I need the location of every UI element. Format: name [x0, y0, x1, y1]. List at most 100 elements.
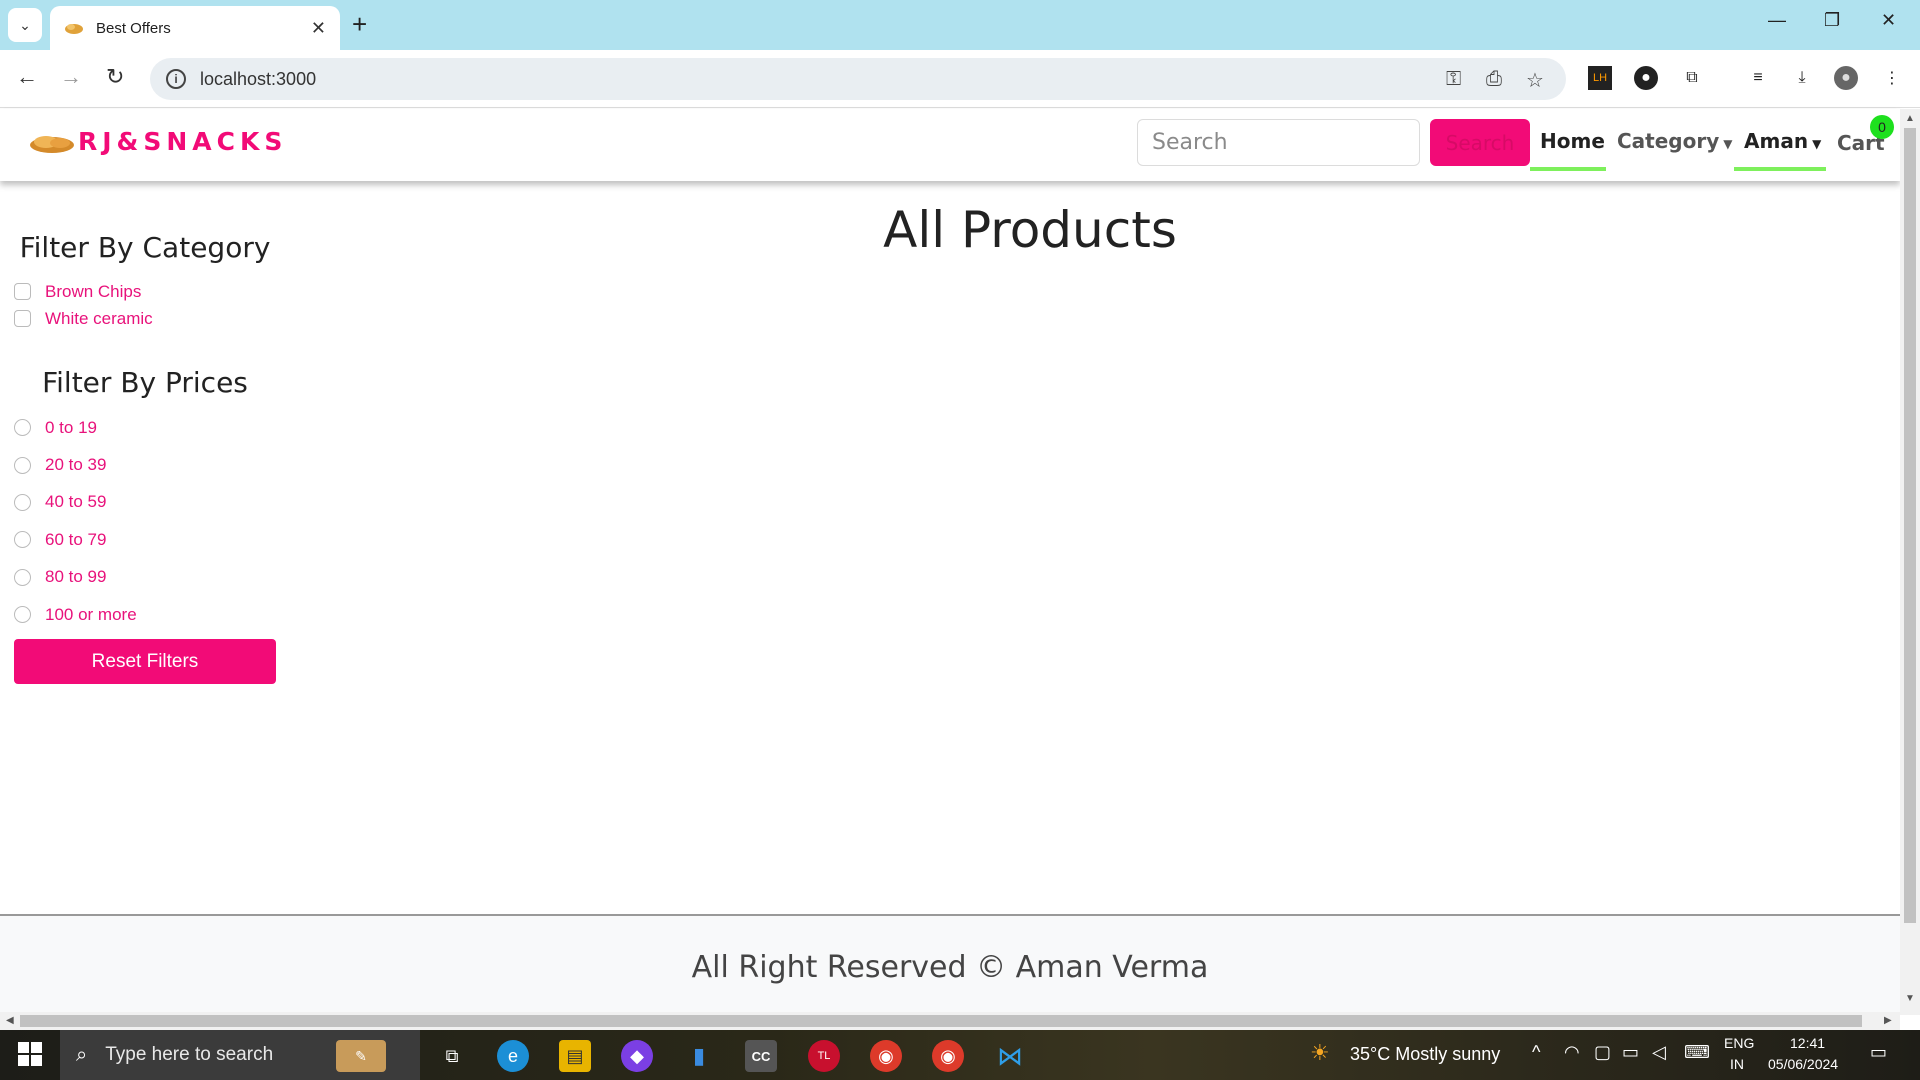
price-option[interactable]: 20 to 39: [14, 446, 276, 483]
category-checkbox[interactable]: [14, 310, 31, 327]
volume-icon[interactable]: ◁: [1652, 1042, 1666, 1063]
footer-copyright: All Right Reserved © Aman Verma: [691, 950, 1209, 985]
price-radio[interactable]: [14, 493, 31, 511]
address-bar[interactable]: i localhost:3000: [150, 58, 1566, 100]
charts-app-icon[interactable]: ▮: [683, 1040, 715, 1072]
price-option-label: 40 to 59: [45, 492, 107, 512]
tab-search-button[interactable]: ⌄: [8, 8, 42, 42]
search-highlight-icon[interactable]: ✎: [336, 1040, 386, 1072]
nav-home-link[interactable]: Home: [1540, 129, 1605, 153]
caret-down-icon: ▼: [1723, 137, 1733, 151]
search-button[interactable]: Search: [1430, 119, 1530, 166]
file-explorer-icon[interactable]: ▤: [559, 1040, 591, 1072]
notifications-icon[interactable]: ▭: [1870, 1042, 1887, 1063]
price-option[interactable]: 60 to 79: [14, 521, 276, 558]
category-option[interactable]: Brown Chips: [14, 278, 276, 305]
price-filter-heading: Filter By Prices: [42, 366, 248, 399]
windows-start-icon[interactable]: [18, 1042, 42, 1066]
price-option[interactable]: 100 or more: [14, 596, 276, 633]
snack-logo-icon: [30, 135, 74, 153]
browser-tab[interactable]: Best Offers ✕: [50, 6, 340, 50]
browser-menu-icon[interactable]: ⋮: [1880, 66, 1904, 90]
site-info-icon[interactable]: i: [166, 69, 186, 89]
vscode-icon[interactable]: ⋈: [994, 1040, 1026, 1072]
language-region[interactable]: IN: [1730, 1056, 1744, 1072]
weather-text[interactable]: 35°C Mostly sunny: [1350, 1044, 1500, 1065]
clock-date[interactable]: 05/06/2024: [1768, 1056, 1838, 1072]
user-label: Aman: [1744, 129, 1809, 153]
profile-avatar-icon[interactable]: ●: [1834, 66, 1858, 90]
price-radio[interactable]: [14, 531, 31, 549]
category-checkbox[interactable]: [14, 283, 31, 300]
scroll-left-arrow-icon[interactable]: ◀: [6, 1015, 14, 1026]
taskbar-search-text: Type here to search: [105, 1044, 274, 1065]
scroll-down-arrow-icon[interactable]: ▼: [1905, 993, 1915, 1004]
keyboard-icon[interactable]: ⌨: [1684, 1042, 1710, 1063]
price-radio[interactable]: [14, 456, 31, 474]
bookmark-star-icon[interactable]: ☆: [1526, 68, 1544, 93]
category-option-label: White ceramic: [45, 308, 153, 328]
extensions-puzzle-icon[interactable]: ⧉: [1680, 66, 1704, 90]
new-tab-button[interactable]: +: [352, 10, 367, 38]
url-text: localhost:3000: [200, 68, 317, 89]
category-label: Category: [1617, 129, 1720, 153]
download-icon[interactable]: ⤓: [1790, 66, 1814, 90]
tlauncher-icon[interactable]: TL: [808, 1040, 840, 1072]
nav-category-dropdown[interactable]: Category ▼: [1617, 129, 1733, 153]
reload-icon[interactable]: ↻: [106, 64, 124, 90]
search-icon: ⌕: [76, 1043, 88, 1066]
forward-arrow-icon[interactable]: →: [60, 64, 82, 90]
reset-filters-button[interactable]: Reset Filters: [14, 639, 276, 685]
minimize-button[interactable]: —: [1768, 10, 1786, 31]
price-radio[interactable]: [14, 419, 31, 437]
chevron-down-icon: ⌄: [19, 16, 31, 33]
price-radio[interactable]: [14, 568, 31, 586]
edge-browser-icon[interactable]: e: [497, 1040, 529, 1072]
home-active-underline: [1530, 167, 1606, 171]
battery-icon[interactable]: ▭: [1622, 1042, 1639, 1063]
tray-overflow-icon[interactable]: ^: [1532, 1042, 1540, 1063]
search-input[interactable]: [1137, 119, 1420, 166]
camera-icon[interactable]: ▢: [1594, 1042, 1611, 1063]
category-option-label: Brown Chips: [45, 281, 142, 301]
task-view-icon[interactable]: ⧉: [436, 1040, 468, 1072]
install-app-icon[interactable]: ⎙: [1486, 68, 1502, 91]
restore-button[interactable]: ❐: [1824, 10, 1840, 31]
scroll-up-arrow-icon[interactable]: ▲: [1905, 113, 1915, 124]
wifi-icon[interactable]: ◠: [1564, 1042, 1580, 1063]
site-navbar: RJ&SNACKS Search Home Category▼ Aman▼ Ca…: [0, 109, 1900, 181]
language-code[interactable]: ENG: [1724, 1035, 1754, 1051]
user-active-underline: [1734, 167, 1826, 171]
horizontal-scrollbar-thumb[interactable]: [20, 1015, 1862, 1027]
dev-app-icon[interactable]: ◆: [621, 1040, 653, 1072]
site-footer: All Right Reserved © Aman Verma: [0, 914, 1900, 1015]
price-radio[interactable]: [14, 606, 31, 624]
tab-title: Best Offers: [96, 19, 171, 37]
price-option-label: 60 to 79: [45, 529, 107, 549]
price-option[interactable]: 40 to 59: [14, 484, 276, 521]
media-controls-icon[interactable]: ≡: [1746, 66, 1770, 90]
nav-user-dropdown[interactable]: Aman ▼: [1744, 129, 1821, 153]
clock-time[interactable]: 12:41: [1790, 1035, 1825, 1051]
price-option-label: 20 to 39: [45, 455, 107, 475]
scroll-right-arrow-icon[interactable]: ▶: [1884, 1015, 1892, 1026]
category-filter-heading: Filter By Category: [19, 231, 271, 264]
category-option[interactable]: White ceramic: [14, 305, 276, 332]
chrome-profile-icon[interactable]: ◉: [932, 1040, 964, 1072]
cart-count-badge: 0: [1870, 115, 1894, 139]
brand-link[interactable]: RJ&SNACKS: [28, 127, 287, 156]
price-option[interactable]: 0 to 19: [14, 409, 276, 446]
lighthouse-extension-icon[interactable]: LH: [1588, 66, 1612, 90]
chrome-icon[interactable]: ◉: [870, 1040, 902, 1072]
weather-icon[interactable]: ☀: [1310, 1040, 1330, 1066]
tab-close-icon[interactable]: ✕: [311, 18, 326, 39]
back-arrow-icon[interactable]: ←: [16, 64, 38, 90]
password-key-icon[interactable]: ⚿: [1446, 68, 1461, 91]
page-title: All Products: [883, 201, 1177, 259]
close-window-button[interactable]: ✕: [1881, 10, 1896, 31]
cc-app-icon[interactable]: CC: [745, 1040, 777, 1072]
github-extension-icon[interactable]: ●: [1634, 66, 1658, 90]
price-option[interactable]: 80 to 99: [14, 559, 276, 596]
vertical-scrollbar-thumb[interactable]: [1904, 128, 1916, 923]
snack-favicon-icon: [65, 24, 83, 34]
